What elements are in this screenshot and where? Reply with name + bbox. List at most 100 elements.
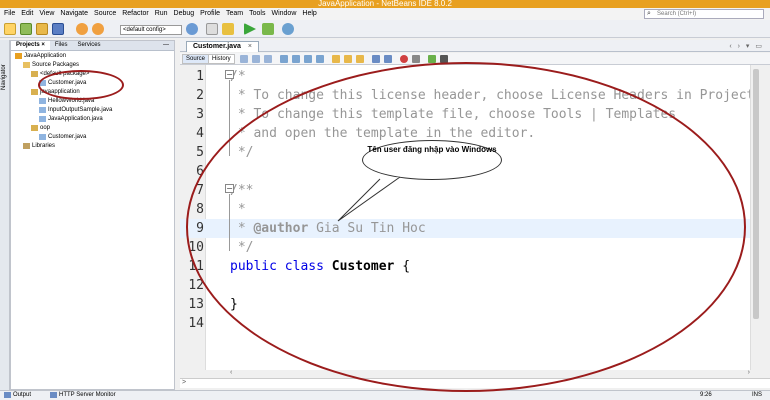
build-icon[interactable]	[186, 23, 198, 35]
code-line[interactable]: 4 * and open the template in the editor.	[180, 124, 750, 143]
undo-icon[interactable]	[76, 23, 88, 35]
menu-item-profile[interactable]: Profile	[200, 10, 220, 17]
menu-item-navigate[interactable]: Navigate	[60, 10, 88, 17]
window-title: JavaApplication - NetBeans IDE 8.0.2	[318, 0, 452, 8]
code-editor[interactable]: 1/* 2 * To change this license header, ch…	[180, 65, 750, 370]
code-line[interactable]: 1/*	[180, 67, 750, 86]
run-icon[interactable]	[244, 23, 256, 35]
code-line[interactable]: 10 */	[180, 238, 750, 257]
tree-node[interactable]: InputOutputSample.java	[39, 107, 112, 113]
chart-icon[interactable]	[428, 55, 436, 63]
menu-item-window[interactable]: Window	[271, 10, 296, 17]
stop-macro-icon[interactable]	[412, 55, 420, 63]
tree-node[interactable]: Source Packages	[23, 62, 79, 68]
previous-bookmark-icon[interactable]	[356, 55, 364, 63]
tree-node-label: javaapplication	[40, 89, 80, 95]
menu-item-source[interactable]: Source	[94, 10, 116, 17]
history-button[interactable]: History	[208, 54, 235, 64]
line-content: *	[230, 202, 246, 217]
fold-toggle[interactable]: −	[225, 184, 234, 193]
line-number: 8	[196, 202, 204, 217]
close-icon[interactable]: ×	[248, 43, 252, 50]
clean-build-icon[interactable]	[206, 23, 218, 35]
tree-node[interactable]: JavaApplication	[15, 53, 66, 59]
toggle-highlight-icon[interactable]	[316, 55, 324, 63]
forward-icon[interactable]	[264, 55, 272, 63]
code-line[interactable]: 12	[180, 276, 750, 295]
scroll-left-icon[interactable]: ‹	[230, 369, 232, 376]
search-input[interactable]: ⌕ Search (Ctrl+I)	[644, 9, 764, 19]
tree-node[interactable]: javaapplication	[31, 89, 80, 95]
find-icon[interactable]	[280, 55, 288, 63]
tree-node[interactable]: JavaApplication.java	[39, 116, 103, 122]
open-project-icon[interactable]	[36, 23, 48, 35]
shift-right-icon[interactable]	[384, 55, 392, 63]
title-bar: JavaApplication - NetBeans IDE 8.0.2	[0, 0, 770, 8]
tree-node[interactable]: Customer.java	[39, 80, 86, 86]
find-previous-icon[interactable]	[292, 55, 300, 63]
fold-toggle[interactable]: −	[225, 70, 234, 79]
menu-item-debug[interactable]: Debug	[174, 10, 195, 17]
code-line[interactable]: 7/**	[180, 181, 750, 200]
main-toolbar: <default config>	[0, 20, 770, 38]
code-line[interactable]: 2 * To change this license header, choos…	[180, 86, 750, 105]
code-line[interactable]: 9 * @author Gia Su Tin Hoc	[180, 219, 750, 238]
line-content: }	[230, 297, 238, 312]
save-all-icon[interactable]	[52, 23, 64, 35]
minimize-icon[interactable]: —	[158, 41, 174, 50]
tab-navigation[interactable]: ‹ › ▾ ▭	[729, 42, 764, 50]
output-tab[interactable]: Output	[4, 392, 31, 398]
code-line[interactable]: 14	[180, 314, 750, 333]
tree-node[interactable]: <default package>	[31, 71, 89, 77]
menu-item-help[interactable]: Help	[302, 10, 316, 17]
debug-icon[interactable]	[262, 23, 274, 35]
code-line[interactable]: 13}	[180, 295, 750, 314]
tree-node[interactable]: HellowWorld.java	[39, 98, 94, 104]
profile-icon[interactable]	[282, 23, 294, 35]
menu-item-tools[interactable]: Tools	[249, 10, 265, 17]
toggle-bookmark-icon[interactable]	[332, 55, 340, 63]
hammer-icon[interactable]	[222, 23, 234, 35]
shift-left-icon[interactable]	[372, 55, 380, 63]
last-edit-icon[interactable]	[240, 55, 248, 63]
menu-item-file[interactable]: File	[4, 10, 15, 17]
tree-node[interactable]: Libraries	[23, 143, 55, 149]
editor-tab-bar: Customer.java × ‹ › ▾ ▭	[180, 40, 770, 52]
back-icon[interactable]	[252, 55, 260, 63]
tree-node-label: HellowWorld.java	[48, 98, 95, 104]
menu-item-refactor[interactable]: Refactor	[122, 10, 148, 17]
vertical-scrollbar[interactable]	[750, 65, 760, 370]
new-project-icon[interactable]	[20, 23, 32, 35]
code-line[interactable]: 8 *	[180, 200, 750, 219]
http-monitor-tab[interactable]: HTTP Server Monitor	[50, 392, 116, 398]
code-line[interactable]: 3 * To change this template file, choose…	[180, 105, 750, 124]
menu-item-view[interactable]: View	[39, 10, 54, 17]
tree-node[interactable]: oop	[31, 125, 50, 131]
menu-item-team[interactable]: Team	[226, 10, 243, 17]
config-select[interactable]: <default config>	[120, 25, 182, 35]
tab-services[interactable]: Services	[73, 41, 106, 50]
source-button[interactable]: Source	[182, 54, 210, 64]
tab-projects[interactable]: Projects ×	[11, 41, 50, 50]
java-file-icon	[39, 134, 46, 140]
start-macro-icon[interactable]	[400, 55, 408, 63]
navigator-label[interactable]: Navigator	[1, 64, 7, 90]
close-icon[interactable]: ×	[41, 42, 45, 48]
next-bookmark-icon[interactable]	[344, 55, 352, 63]
redo-icon[interactable]	[92, 23, 104, 35]
find-next-icon[interactable]	[304, 55, 312, 63]
scroll-right-icon[interactable]: ›	[748, 369, 750, 376]
menu-item-edit[interactable]: Edit	[21, 10, 33, 17]
code-line[interactable]: 11 public class Customer {	[180, 257, 750, 276]
tab-customer-java[interactable]: Customer.java ×	[186, 41, 259, 52]
scroll-thumb[interactable]	[753, 69, 759, 319]
horizontal-scrollbar[interactable]: ‹ ›	[230, 369, 750, 378]
fold-guide	[229, 80, 230, 156]
menu-item-run[interactable]: Run	[155, 10, 168, 17]
new-file-icon[interactable]	[4, 23, 16, 35]
line-content: */	[230, 145, 254, 160]
nav-arrow-icon[interactable]: >	[182, 379, 186, 386]
comment-icon[interactable]	[440, 55, 448, 63]
tab-files[interactable]: Files	[50, 41, 73, 50]
tree-node[interactable]: Customer.java	[39, 134, 86, 140]
